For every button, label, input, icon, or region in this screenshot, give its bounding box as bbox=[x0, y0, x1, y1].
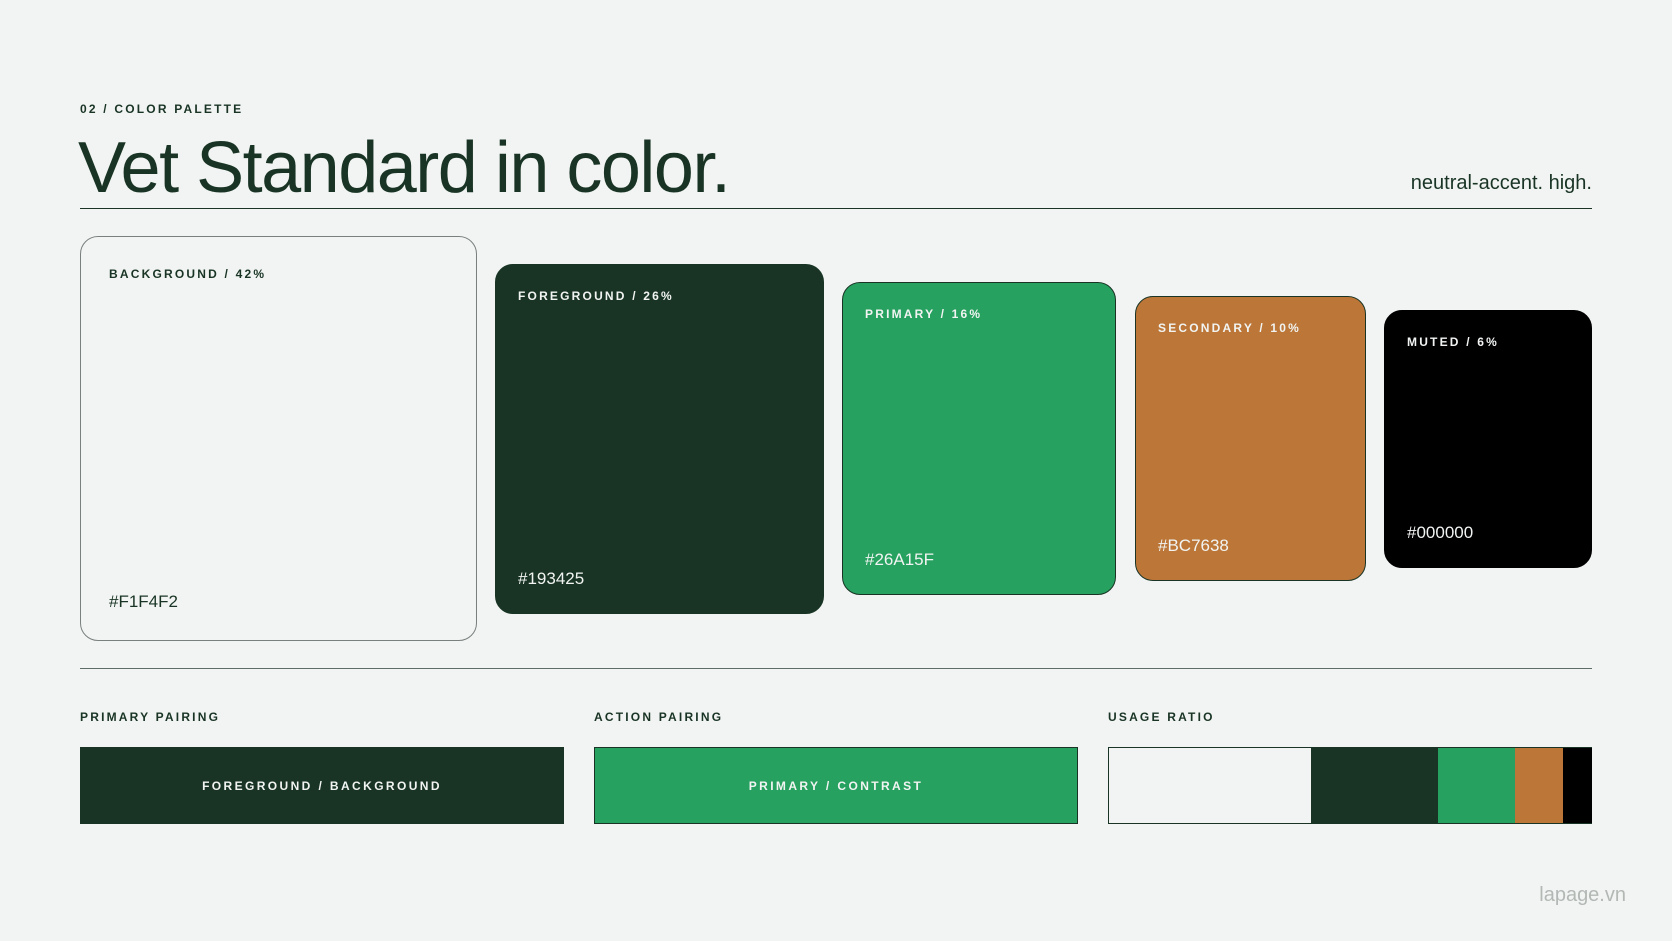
usage-ratio-segment bbox=[1437, 748, 1515, 823]
section-divider bbox=[80, 668, 1592, 669]
watermark: lapage.vn bbox=[1539, 884, 1626, 906]
swatch-hex: #26A15F bbox=[865, 550, 934, 569]
swatch-label: SECONDARY / 10% bbox=[1158, 321, 1302, 335]
action-pairing-heading: ACTION PAIRING bbox=[594, 710, 724, 724]
action-pairing-label: PRIMARY / CONTRAST bbox=[748, 778, 924, 793]
swatch-hex: #193425 bbox=[518, 569, 585, 588]
header-divider bbox=[80, 208, 1592, 209]
swatch-background: BACKGROUND / 42% #F1F4F2 bbox=[80, 236, 477, 641]
primary-pairing-heading: PRIMARY PAIRING bbox=[80, 710, 221, 724]
primary-pairing-sample: FOREGROUND / BACKGROUND bbox=[80, 747, 564, 824]
swatch-primary: PRIMARY / 16% #26A15F bbox=[842, 282, 1116, 595]
swatch-label: MUTED / 6% bbox=[1407, 335, 1500, 349]
swatch-foreground: FOREGROUND / 26% #193425 bbox=[495, 264, 824, 614]
usage-ratio-segment bbox=[1514, 748, 1564, 823]
page-title: Vet Standard in color. bbox=[78, 128, 731, 208]
usage-ratio-heading: USAGE RATIO bbox=[1108, 710, 1215, 724]
usage-ratio-segment bbox=[1109, 748, 1312, 823]
swatch-label: BACKGROUND / 42% bbox=[109, 267, 267, 281]
swatch-muted: MUTED / 6% #000000 bbox=[1384, 310, 1592, 568]
action-pairing-sample: PRIMARY / CONTRAST bbox=[594, 747, 1078, 824]
usage-ratio-segment bbox=[1311, 748, 1438, 823]
section-eyebrow: 02 / COLOR PALETTE bbox=[80, 102, 244, 116]
swatch-secondary: SECONDARY / 10% #BC7638 bbox=[1135, 296, 1366, 581]
swatch-hex: #BC7638 bbox=[1158, 536, 1229, 555]
swatch-hex: #000000 bbox=[1407, 523, 1474, 542]
page-tagline: neutral-accent. high. bbox=[1410, 172, 1592, 194]
usage-ratio-segment bbox=[1563, 748, 1592, 823]
swatch-hex: #F1F4F2 bbox=[109, 592, 178, 611]
usage-ratio-bar bbox=[1108, 747, 1592, 824]
primary-pairing-label: FOREGROUND / BACKGROUND bbox=[202, 778, 442, 793]
swatch-label: PRIMARY / 16% bbox=[865, 307, 983, 321]
swatch-label: FOREGROUND / 26% bbox=[518, 289, 674, 303]
